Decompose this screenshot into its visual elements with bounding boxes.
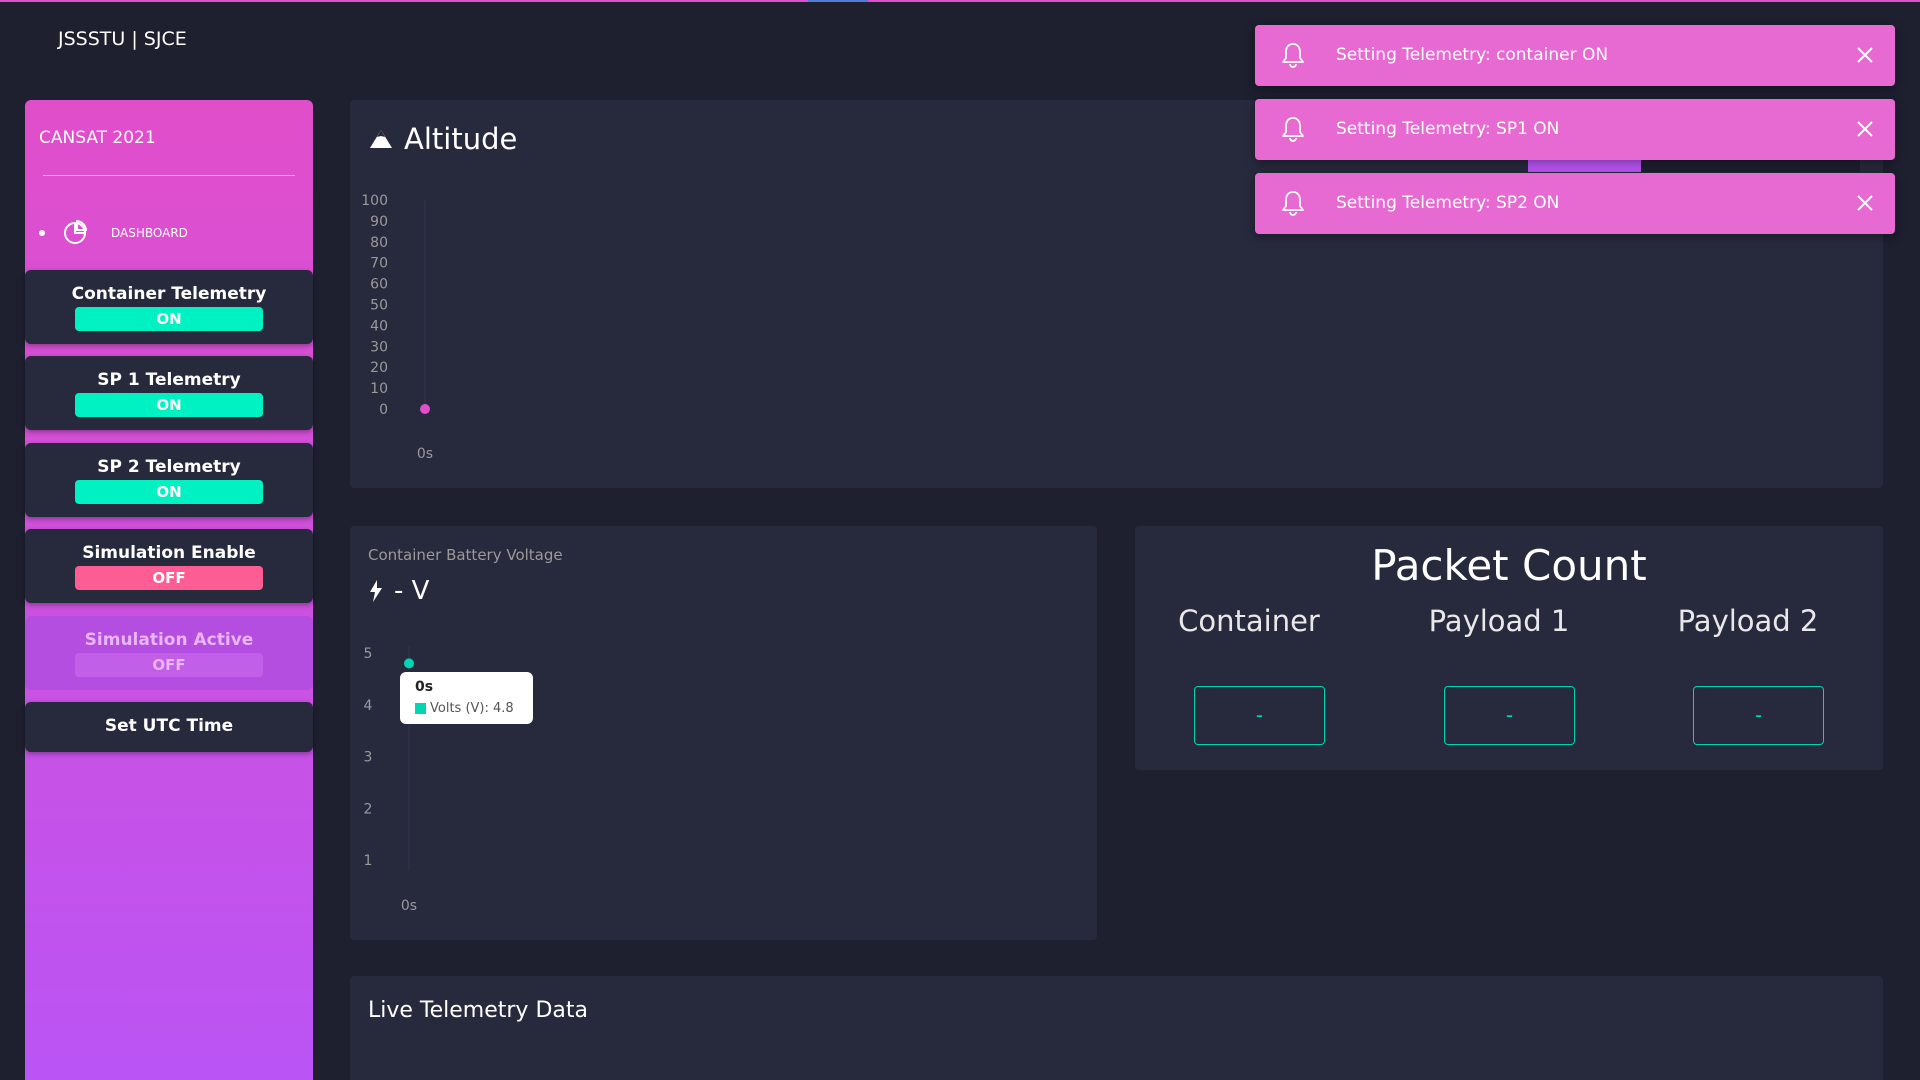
altitude-y-tick: 30 <box>370 339 388 355</box>
tab-1[interactable] <box>1528 158 1641 172</box>
packet-value-payload2: - <box>1693 686 1824 745</box>
altitude-y-tick: 90 <box>370 214 388 230</box>
sp2-telemetry-status: ON <box>75 480 263 504</box>
battery-x-tick: 0s <box>401 898 417 914</box>
close-icon[interactable] <box>1853 191 1877 215</box>
simulation-enable-label: Simulation Enable <box>82 543 256 563</box>
tooltip-swatch <box>415 703 426 714</box>
sidebar-item-dashboard[interactable]: DASHBOARD <box>111 226 188 240</box>
altitude-y-tick: 10 <box>370 381 388 397</box>
active-indicator-dot <box>39 230 45 236</box>
tooltip-label: Volts (V): 4.8 <box>430 701 514 716</box>
altitude-y-tick: 40 <box>370 318 388 334</box>
pie-chart-icon[interactable] <box>62 219 88 245</box>
sp2-telemetry-label: SP 2 Telemetry <box>97 457 241 477</box>
battery-y-tick: 3 <box>364 750 373 766</box>
toast-notification: Setting Telemetry: container ON <box>1255 25 1895 86</box>
simulation-enable-status: OFF <box>75 566 263 590</box>
altitude-y-tick: 100 <box>361 193 388 209</box>
simulation-enable-button[interactable]: Simulation Enable OFF <box>25 529 313 603</box>
packet-value-container: - <box>1194 686 1325 745</box>
packet-count-title: Packet Count <box>1371 541 1647 590</box>
simulation-active-label: Simulation Active <box>84 630 254 650</box>
battery-y-tick: 1 <box>364 853 373 869</box>
altitude-y-tick: 60 <box>370 277 388 293</box>
top-accent-line <box>0 0 1920 2</box>
bell-icon <box>1282 191 1304 216</box>
altitude-y-tick: 80 <box>370 235 388 251</box>
tab-2[interactable] <box>1641 158 1750 172</box>
toast-message: Setting Telemetry: SP1 ON <box>1336 119 1560 139</box>
tab-3[interactable] <box>1750 158 1860 172</box>
packet-count-card: Packet Count Container Payload 1 Payload… <box>1135 526 1883 770</box>
battery-y-tick: 2 <box>364 801 373 817</box>
simulation-active-button[interactable]: Simulation Active OFF <box>25 616 313 690</box>
brand-title: JSSSTU | SJCE <box>58 28 187 50</box>
set-utc-time-label: Set UTC Time <box>104 716 234 736</box>
packet-col-payload2: Payload 2 <box>1638 604 1858 638</box>
view-tabs <box>1528 158 1883 172</box>
live-telemetry-title: Live Telemetry Data <box>368 998 588 1023</box>
container-telemetry-button[interactable]: Container Telemetry ON <box>25 270 313 344</box>
live-telemetry-card: Live Telemetry Data <box>350 976 1883 1080</box>
altitude-x-tick: 0s <box>417 446 433 462</box>
battery-data-point <box>404 658 414 669</box>
toast-message: Setting Telemetry: SP2 ON <box>1336 193 1560 213</box>
battery-chart: 5 4 3 2 1 0s <box>364 646 417 914</box>
set-utc-time-button[interactable]: Set UTC Time <box>25 702 313 752</box>
packet-value-payload1: - <box>1444 686 1575 745</box>
chart-tooltip: 0s Volts (V): 4.8 <box>400 672 533 724</box>
sidebar-title: CANSAT 2021 <box>39 128 156 148</box>
container-telemetry-label: Container Telemetry <box>71 284 267 304</box>
packet-col-payload1: Payload 1 <box>1389 604 1609 638</box>
bell-icon <box>1282 117 1304 142</box>
bell-icon <box>1282 43 1304 68</box>
close-icon[interactable] <box>1853 117 1877 141</box>
packet-label-payload1: Payload 1 <box>1428 604 1570 638</box>
tooltip-row: Volts (V): 4.8 <box>415 701 514 716</box>
packet-col-container: Container <box>1139 604 1359 638</box>
altitude-y-tick: 50 <box>370 298 388 314</box>
tooltip-title: 0s <box>415 679 434 695</box>
sp1-telemetry-button[interactable]: SP 1 Telemetry ON <box>25 356 313 430</box>
packet-label-container: Container <box>1178 604 1320 638</box>
battery-y-tick: 4 <box>364 698 373 714</box>
altitude-y-tick: 0 <box>379 402 388 418</box>
top-accent-segment <box>808 0 868 2</box>
sp1-telemetry-label: SP 1 Telemetry <box>97 370 241 390</box>
altitude-data-point <box>420 404 430 414</box>
battery-y-tick: 5 <box>364 646 373 662</box>
toast-notification: Setting Telemetry: SP2 ON <box>1255 173 1895 234</box>
sidebar-divider <box>43 175 295 176</box>
simulation-active-status: OFF <box>75 653 263 677</box>
battery-voltage-card: Container Battery Voltage - V 5 4 3 2 1 0s 0s… <box>350 526 1097 940</box>
close-icon[interactable] <box>1853 43 1877 67</box>
toast-notification: Setting Telemetry: SP1 ON <box>1255 99 1895 160</box>
sp2-telemetry-button[interactable]: SP 2 Telemetry ON <box>25 443 313 517</box>
sp1-telemetry-status: ON <box>75 393 263 417</box>
toast-message: Setting Telemetry: container ON <box>1336 45 1609 65</box>
altitude-y-tick: 70 <box>370 256 388 272</box>
altitude-y-tick: 20 <box>370 360 388 376</box>
packet-label-payload2: Payload 2 <box>1677 604 1819 638</box>
sidebar: CANSAT 2021 DASHBOARD Container Telemetr… <box>25 100 313 1080</box>
container-telemetry-status: ON <box>75 307 263 331</box>
